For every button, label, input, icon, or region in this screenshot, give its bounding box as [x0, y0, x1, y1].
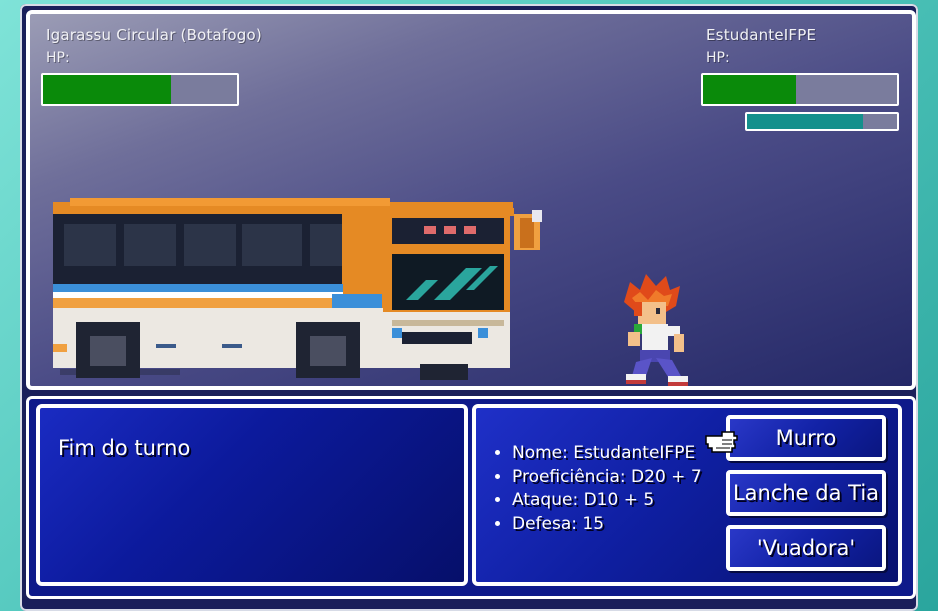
stat-defense: Defesa: 15 — [512, 513, 702, 537]
player-hp-fill — [703, 75, 797, 104]
battle-field: Igarassu Circular (Botafogo) HP: Estudan… — [26, 10, 916, 390]
bus-sprite — [53, 198, 542, 380]
stat-attack: Ataque: D10 + 5 — [512, 489, 702, 513]
player-hp-label: HP: — [706, 50, 730, 66]
pointing-hand-icon — [705, 431, 738, 453]
lanche-da-tia-button[interactable]: Lanche da Tia — [726, 470, 886, 516]
player-hp-bar — [701, 73, 899, 106]
message-box: Fim do turno — [36, 404, 468, 586]
stat-name: Nome: EstudanteIFPE — [512, 442, 702, 466]
enemy-hp-fill — [43, 75, 172, 104]
message-text: Fim do turno — [58, 436, 191, 460]
murro-button[interactable]: Murro — [726, 415, 886, 461]
vuadora-button[interactable]: 'Vuadora' — [726, 525, 886, 571]
enemy-hp-bar — [41, 73, 239, 106]
player-secondary-bar — [745, 112, 899, 131]
enemy-name: Igarassu Circular (Botafogo) — [46, 26, 262, 44]
stat-proficiency: Proeficiência: D20 + 7 — [512, 466, 702, 490]
player-name: EstudanteIFPE — [706, 26, 817, 44]
player-secondary-fill — [747, 114, 863, 129]
student-sprite — [624, 274, 688, 386]
enemy-hp-label: HP: — [46, 50, 70, 66]
stats-list: Nome: EstudanteIFPE Proeficiência: D20 +… — [490, 442, 702, 536]
